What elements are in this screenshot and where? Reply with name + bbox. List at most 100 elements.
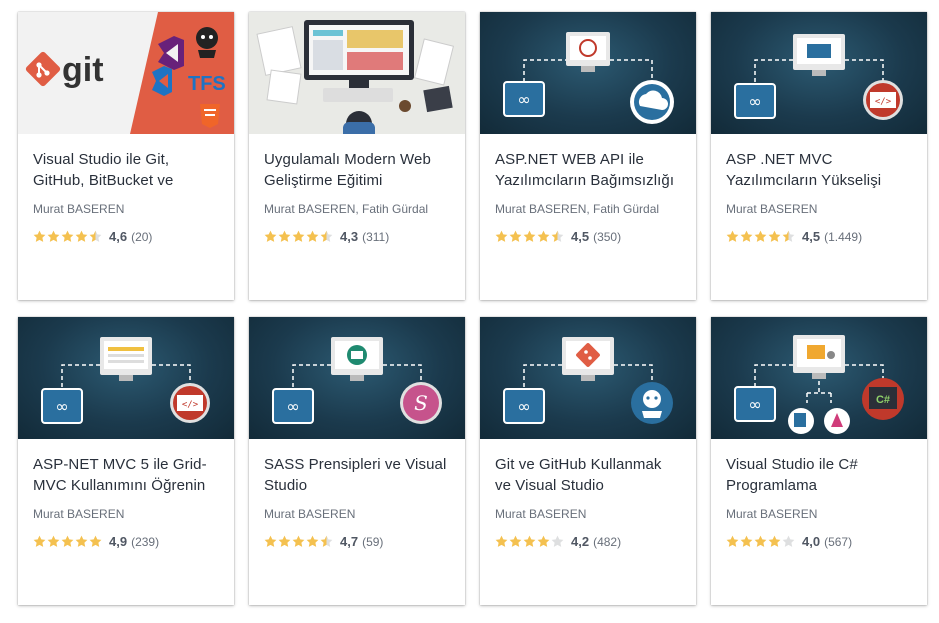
course-thumbnail-web-api[interactable]: ∞ [480,12,696,134]
star-half-icon [89,230,102,242]
course-title[interactable]: ASP .NET MVC Yazılımcıların Yükselişi [726,149,912,191]
course-thumbnail-grid-mvc[interactable]: ∞ </> [18,317,234,439]
star-full-icon [89,535,102,547]
course-rating: 4,9 (239) [33,534,219,549]
course-title[interactable]: Git ve GitHub Kullanmak ve Visual Studio [495,454,681,496]
git-logo-icon [25,51,61,87]
star-half-icon [551,230,564,242]
rating-value: 4,9 [109,534,128,549]
course-author: Murat BASEREN, Fatih Gürdal [495,202,660,216]
course-thumbnail-git-tfs[interactable]: git TFS [18,12,234,134]
course-thumbnail-csharp[interactable]: ∞ C# [711,317,927,439]
course-rating: 4,3 (311) [264,229,450,244]
sass-illustration: ∞ S [272,337,442,424]
course-thumbnail-mvc[interactable]: ∞ </> [711,12,927,134]
course-card[interactable]: ∞ S SASS Prensipleri ve Visual Studio Mu… [249,317,465,605]
course-author: Murat BASEREN, Fatih Gürdal [264,202,429,216]
course-author: Murat BASEREN [726,507,818,521]
svg-text:∞: ∞ [517,90,530,109]
rating-value: 4,6 [109,229,128,244]
star-rating [264,230,334,243]
rating-count: (482) [593,534,622,549]
star-full-icon [33,535,46,547]
star-full-icon [264,535,277,547]
star-full-icon [47,230,60,242]
star-half-icon [320,230,333,242]
course-title[interactable]: SASS Prensipleri ve Visual Studio [264,454,450,496]
rating-count: (1.449) [824,229,863,244]
course-author: Murat BASEREN [726,202,818,216]
course-card[interactable]: ∞ Git ve GitHub Kullanmak ve Visual Stud… [480,317,696,605]
svg-text:∞: ∞ [748,92,761,111]
course-title[interactable]: ASP.NET WEB API ile Yazılımcıların Bağım… [495,149,681,191]
star-full-icon [740,535,753,547]
star-empty-icon [551,535,564,547]
web-api-illustration: ∞ [503,32,674,124]
course-card[interactable]: ∞ </> ASP-NET MVC 5 ile Grid-MVC Kullanı… [18,317,234,605]
star-rating [726,230,796,243]
star-full-icon [726,535,739,547]
course-grid: git TFS Visual Studio ile Git, GitHub, B… [0,0,939,623]
course-thumbnail-web-desk[interactable] [249,12,465,134]
star-full-icon [264,230,277,242]
course-card[interactable]: ∞ C# Visual Studio ile C# Programlama Mu… [711,317,927,605]
rating-value: 4,3 [340,229,359,244]
rating-count: (59) [362,534,384,549]
star-full-icon [740,230,753,242]
star-full-icon [278,535,291,547]
git-tfs-illustration: git TFS [25,12,234,134]
svg-text:S: S [414,391,428,415]
rating-count: (20) [131,229,153,244]
course-author: Murat BASEREN [264,507,356,521]
star-full-icon [523,535,536,547]
course-title[interactable]: Uygulamalı Modern Web Geliştirme Eğitimi [264,149,450,191]
star-half-icon [782,230,795,242]
git-github-illustration: ∞ [503,337,673,424]
star-full-icon [726,230,739,242]
course-thumbnail-sass[interactable]: ∞ S [249,317,465,439]
grid-mvc-illustration: ∞ </> [41,337,210,424]
star-full-icon [75,230,88,242]
svg-text:∞: ∞ [286,397,299,416]
star-full-icon [306,230,319,242]
course-thumbnail-git-github[interactable]: ∞ [480,317,696,439]
desk-illustration [256,20,454,134]
rating-count: (567) [824,534,853,549]
star-half-icon [320,535,333,547]
course-author: Murat BASEREN [33,507,125,521]
star-full-icon [61,535,74,547]
svg-text:∞: ∞ [55,397,68,416]
course-title[interactable]: Visual Studio ile Git, GitHub, BitBucket… [33,149,219,191]
csharp-illustration: ∞ C# [734,335,904,434]
star-full-icon [509,230,522,242]
course-card[interactable]: Uygulamalı Modern Web Geliştirme Eğitimi… [249,12,465,300]
star-full-icon [768,535,781,547]
rating-count: (311) [362,229,390,244]
rating-count: (239) [131,534,160,549]
star-full-icon [537,230,550,242]
course-title[interactable]: ASP-NET MVC 5 ile Grid-MVC Kullanımını Ö… [33,454,219,496]
star-full-icon [754,535,767,547]
svg-text:</>: </> [875,97,892,107]
star-rating [726,535,796,548]
star-full-icon [768,230,781,242]
star-rating [33,535,103,548]
course-author: Murat BASEREN [33,202,125,216]
course-author: Murat BASEREN [495,507,587,521]
course-card[interactable]: git TFS Visual Studio ile Git, GitHub, B… [18,12,234,300]
svg-text:∞: ∞ [748,395,761,414]
star-full-icon [306,535,319,547]
course-rating: 4,5 (1.449) [726,229,912,244]
course-card[interactable]: ∞ ASP.NET WEB API ile Yazılımcıların Bağ… [480,12,696,300]
star-rating [495,230,565,243]
course-title[interactable]: Visual Studio ile C# Programlama [726,454,912,496]
rating-value: 4,5 [802,229,821,244]
github-octocat-icon [196,27,218,58]
svg-text:C#: C# [876,394,890,406]
course-rating: 4,0 (567) [726,534,912,549]
star-full-icon [278,230,291,242]
star-empty-icon [782,535,795,547]
course-rating: 4,2 (482) [495,534,681,549]
rating-count: (350) [593,229,622,244]
course-card[interactable]: ∞ </> ASP .NET MVC Yazılımcıların Yüksel… [711,12,927,300]
